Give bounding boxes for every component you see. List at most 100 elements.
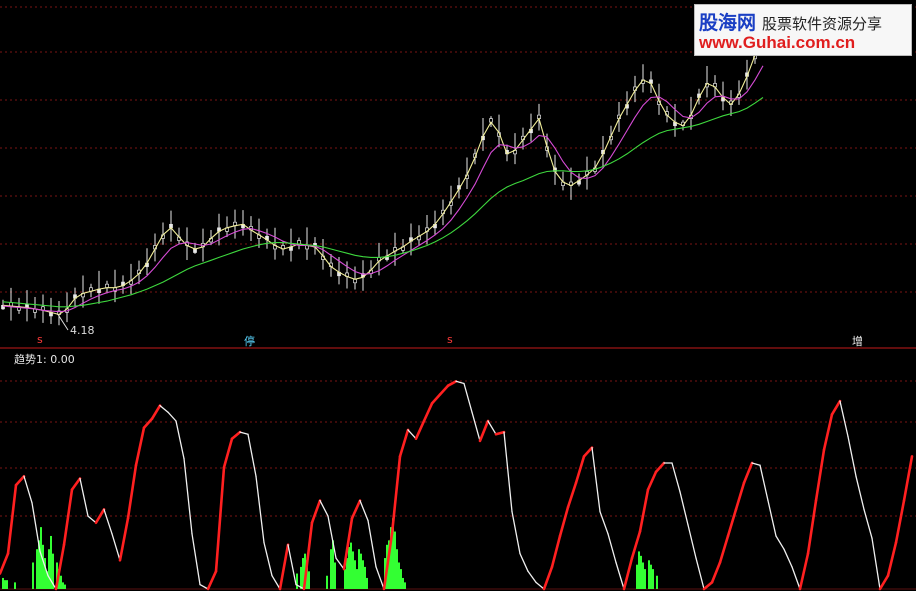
trend-segment-rising — [446, 379, 458, 388]
histogram-bar — [356, 569, 358, 589]
trend-segment-falling — [87, 515, 97, 524]
histogram-bar — [348, 547, 350, 589]
trend-segment-rising — [222, 437, 234, 469]
trend-segment-rising — [542, 565, 554, 591]
histogram-bar — [402, 577, 404, 589]
trend-segment-rising — [638, 488, 650, 533]
histogram-bar — [4, 580, 6, 589]
indicator-title: 趋势1: 0.00 — [14, 353, 75, 366]
trend-segment-rising — [70, 477, 82, 491]
trend-segment-rising — [566, 481, 578, 509]
histogram-bar — [404, 582, 406, 589]
trend-segment-falling — [255, 475, 265, 544]
trend-segment-falling — [695, 557, 705, 590]
trend-segment-falling — [23, 475, 33, 504]
histogram-bar — [642, 562, 644, 589]
trend-line — [0, 379, 914, 591]
trend-segment-rising — [894, 499, 906, 544]
trend-segment-rising — [830, 399, 842, 416]
watermark-title-row: 股海网 股票软件资源分享 — [699, 8, 909, 34]
histogram-bar — [354, 560, 356, 589]
trend-segment-rising — [646, 470, 658, 491]
trend-segment-falling — [863, 508, 873, 539]
trend-segment-falling — [535, 581, 545, 590]
trend-segment-falling — [175, 420, 185, 460]
trend-segment-rising — [494, 430, 506, 436]
trend-segment-falling — [287, 544, 297, 586]
trend-segment-rising — [118, 516, 130, 562]
trend-segment-rising — [558, 505, 570, 538]
trend-segment-falling — [159, 404, 169, 413]
trend-segment-rising — [622, 556, 634, 591]
trend-segment-falling — [607, 533, 617, 564]
trend-segment-falling — [239, 431, 249, 435]
trend-segment-falling — [591, 446, 601, 513]
histogram-bar — [344, 569, 346, 589]
trend-segment-rising — [718, 534, 730, 564]
trend-segment-rising — [6, 483, 18, 555]
trend-segment-falling — [791, 566, 801, 590]
trend-segment-falling — [511, 510, 521, 555]
histogram-bar — [644, 569, 646, 589]
histogram-bar — [396, 549, 398, 589]
trend-segment-rising — [798, 552, 810, 591]
trend-segment-rising — [134, 426, 146, 467]
trend-segment-falling — [319, 499, 329, 517]
histogram-bar — [656, 575, 658, 589]
ma-mid-line — [2, 65, 764, 313]
trend-segment-rising — [902, 455, 914, 502]
trend-segment-rising — [822, 413, 834, 452]
trend-segment-falling — [463, 382, 473, 413]
price-low-label: 4.18 — [70, 324, 95, 337]
trend-segment-falling — [615, 561, 625, 590]
trend-segment-falling — [247, 433, 257, 477]
trend-segment-falling — [407, 429, 417, 440]
trend-segment-falling — [31, 502, 41, 553]
trend-segment-falling — [79, 477, 89, 517]
histogram-bar — [330, 549, 332, 589]
histogram-bar — [652, 569, 654, 589]
trend-segment-rising — [478, 419, 490, 443]
trend-segment-rising — [886, 541, 898, 578]
trend-segment-falling — [471, 411, 481, 442]
trend-segment-falling — [679, 491, 689, 526]
histogram-bar — [636, 564, 638, 589]
trend-segment-rising — [126, 463, 138, 520]
histogram-bar — [358, 549, 360, 589]
histogram-bar — [308, 571, 310, 589]
trend-segment-falling — [263, 541, 273, 577]
signal-marker-s-2: s — [447, 333, 453, 346]
watermark-site-name: 股海网 — [699, 12, 757, 34]
histogram-bar — [364, 566, 366, 589]
moving-average-lines — [2, 37, 764, 331]
ma-long-line — [2, 97, 764, 308]
trend-segment-rising — [310, 499, 322, 525]
trend-segment-rising — [398, 428, 410, 458]
ma-short-line — [2, 37, 764, 316]
grid-lines — [0, 6, 916, 590]
trend-segment-rising — [430, 393, 442, 405]
trend-segment-falling — [767, 499, 777, 537]
trend-segment-rising — [550, 534, 562, 569]
histogram-bar — [296, 573, 298, 589]
trend-segment-rising — [94, 508, 106, 525]
trend-segment-rising — [214, 466, 226, 573]
histogram-bar — [32, 562, 34, 589]
trend-segment-rising — [230, 430, 242, 441]
trend-segment-rising — [734, 481, 746, 511]
trend-segment-falling — [855, 475, 865, 511]
trend-segment-rising — [726, 508, 738, 538]
trend-segment-falling — [167, 411, 177, 422]
histogram-bar — [2, 577, 4, 589]
histogram-bar — [360, 553, 362, 589]
histogram-bar — [350, 542, 352, 589]
histogram-bar — [60, 575, 62, 589]
trend-segment-rising — [206, 569, 218, 591]
histogram-bar — [326, 575, 328, 589]
signal-marker-increase: 增 — [852, 335, 863, 348]
trend-segment-falling — [759, 464, 769, 502]
histogram-bar — [366, 577, 368, 589]
trend-segment-rising — [14, 474, 26, 487]
trend-segment-falling — [847, 435, 857, 477]
histogram-bar — [6, 580, 8, 589]
